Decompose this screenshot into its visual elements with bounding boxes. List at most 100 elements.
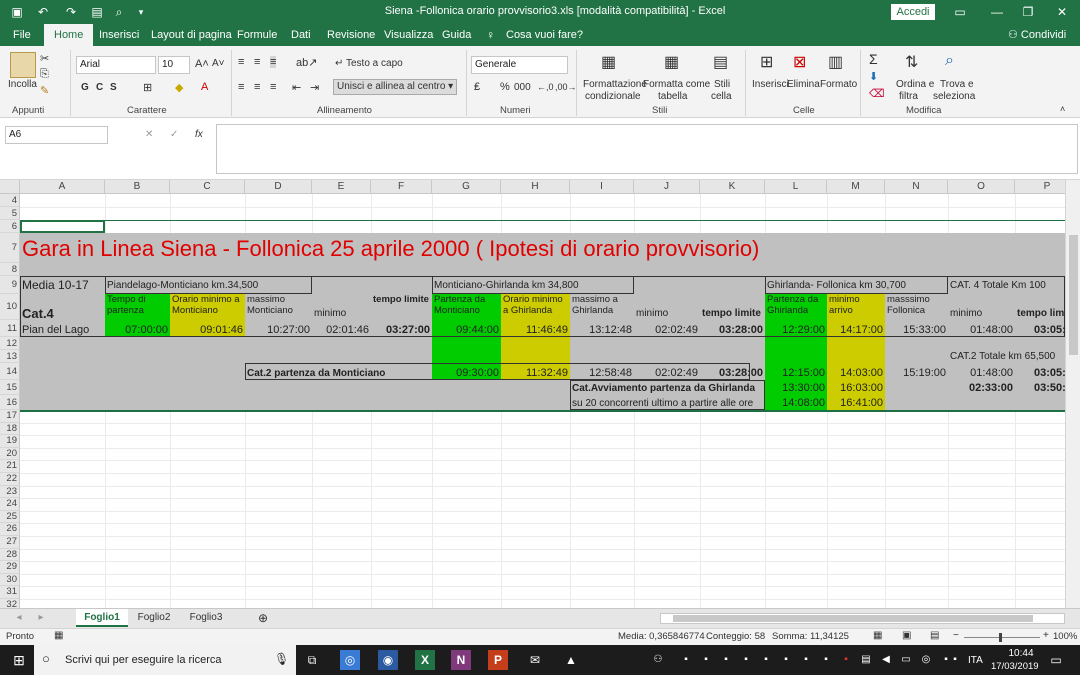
cell-b10[interactable]: Tempo di partenza [107,294,168,320]
formula-input[interactable] [216,124,1078,174]
sheet-tab-foglio1[interactable]: Foglio1 [76,609,128,627]
sign-in-button[interactable]: Accedi [891,4,935,20]
column-header-e[interactable]: E [312,180,371,194]
cell-a11[interactable]: Pian del Lago [22,320,103,337]
cell-h11[interactable]: 11:46:49 [503,320,568,337]
cell-c11[interactable]: 09:01:46 [172,320,243,337]
worksheet-grid[interactable]: ABCDEFGHIJKLMNOP 4 5 6 7 8 9 10 11 12 13 14 15 16 17 1… [0,180,1065,608]
cell-h14[interactable]: 11:32:49 [503,363,568,380]
volume-icon[interactable]: ◀ [876,650,896,670]
row-header-16[interactable]: 16 [0,395,20,410]
orientation-icon[interactable]: ab↗ [296,56,317,69]
row-header-25[interactable]: 25 [0,510,20,524]
format-as-table-button[interactable]: Formatta come [643,79,710,90]
shrink-font-icon[interactable]: A˅ [212,58,225,69]
cell-styles-label-2[interactable]: cella [711,91,732,102]
prev-sheet-icon[interactable]: ◂ [12,609,26,627]
fill-icon[interactable]: ⬇ [869,70,878,83]
cell-c10[interactable]: Orario minimo a Monticiano [172,294,243,320]
row-header-23[interactable]: 23 [0,485,20,499]
paste-button[interactable]: Incolla [8,79,37,90]
tray-icon-1[interactable]: ▪ [676,650,696,670]
undo-icon[interactable]: ↶ [34,3,52,21]
name-box[interactable]: A6 [5,126,108,144]
cell-o9[interactable]: CAT. 4 Totale Km 100 [950,276,1046,294]
row-header-22[interactable]: 22 [0,473,20,486]
cell-n11[interactable]: 15:33:00 [887,320,946,337]
row-header-9[interactable]: 9 [0,276,20,294]
cell-p14[interactable]: 03:05:00 [1017,363,1065,380]
page-layout-view-icon[interactable]: ▣ [902,630,911,641]
taskbar-excel-icon[interactable]: X [415,650,435,670]
tray-icon-5[interactable]: ▪ [756,650,776,670]
row-header-18[interactable]: 18 [0,422,20,436]
cell-l15[interactable]: 13:30:00 [767,380,825,395]
tab-review[interactable]: Revisione [327,24,375,46]
cell-p10[interactable]: tempo limite [1017,294,1065,320]
cell-k10[interactable]: tempo limite [702,294,763,320]
cell-k14[interactable]: 03:28:00 [702,363,763,380]
percent-icon[interactable]: % [500,81,510,93]
row-header-24[interactable]: 24 [0,498,20,511]
start-windows-icon[interactable]: ⊞ [9,650,29,670]
delete-cells-button[interactable]: Elimina [787,79,820,90]
tab-help[interactable]: Guida [442,24,471,46]
borders-icon[interactable]: ⊞ [143,81,152,94]
row-header-28[interactable]: 28 [0,548,20,562]
collapse-ribbon-icon[interactable]: ˄ [1060,104,1065,114]
cell-d10[interactable]: massimo Monticiano [247,294,310,320]
align-right-icon[interactable]: ≡ [270,81,276,93]
tab-data[interactable]: Dati [291,24,311,46]
cell-i16[interactable]: su 20 concorrenti ultimo a partire alle … [572,395,753,410]
cell-o15[interactable]: 02:33:00 [950,380,1013,395]
restore-icon[interactable]: ❐ [1016,3,1040,21]
column-header-d[interactable]: D [245,180,312,194]
cell-n10[interactable]: masssimo Follonica [887,294,946,320]
format-as-table-label-2[interactable]: tabella [658,91,687,102]
tray-icon-6[interactable]: ▪ [776,650,796,670]
find-select-icon[interactable]: ⌕ [945,52,954,70]
insert-function-icon[interactable]: fx [195,129,203,140]
minimize-icon[interactable]: — [985,3,1009,21]
row-header-6[interactable]: 6 [0,220,20,233]
cell-m16[interactable]: 16:41:00 [829,395,883,410]
cell-i10[interactable]: massimo a Ghirlanda [572,294,632,320]
sheet-tab-foglio2[interactable]: Foglio2 [130,609,178,627]
column-header-h[interactable]: H [501,180,570,194]
grow-font-icon[interactable]: A˄ [195,58,209,70]
merge-center-button[interactable]: Unisci e allinea al centro ▾ [333,79,458,95]
sort-filter-label-2[interactable]: filtra [899,91,918,102]
cell-l14[interactable]: 12:15:00 [767,363,825,380]
row-header-12[interactable]: 12 [0,337,20,350]
row-header-7[interactable]: 7 [0,233,20,263]
decrease-decimal-icon[interactable]: ,00→ [555,82,577,92]
taskbar-image-viewer-icon[interactable]: ▲ [561,650,581,670]
conditional-format-icon[interactable]: ▦ [601,52,616,72]
cut-icon[interactable]: ✂ [40,52,49,65]
column-header-m[interactable]: M [827,180,885,194]
cell-e10[interactable]: minimo [314,294,369,320]
horizontal-scrollbar[interactable] [660,613,1065,624]
taskbar-app-photos-icon[interactable]: ◉ [378,650,398,670]
autosum-icon[interactable]: Σ [869,51,878,67]
insert-cells-button[interactable]: Inserisci [752,79,789,90]
battery-icon[interactable]: ▭ [896,650,916,670]
network-icon[interactable]: ▤ [856,650,876,670]
row-header-21[interactable]: 21 [0,460,20,473]
clock-time[interactable]: 10:44 [999,648,1043,659]
macro-record-icon[interactable]: ▦ [54,630,63,641]
align-left-icon[interactable]: ≡ [238,81,244,93]
format-table-icon[interactable]: ▦ [664,52,679,72]
row-header-20[interactable]: 20 [0,447,20,461]
tray-icon-12[interactable]: ▪ [946,650,964,670]
cell-n14[interactable]: 15:19:00 [887,363,946,380]
row-header-29[interactable]: 29 [0,561,20,574]
cell-l11[interactable]: 12:29:00 [767,320,825,337]
tab-formulas[interactable]: Formule [237,24,277,46]
cell-a7[interactable]: Gara in Linea Siena - Follonica 25 april… [22,233,759,263]
cell-i14[interactable]: 12:58:48 [572,363,632,380]
row-header-8[interactable]: 8 [0,263,20,276]
cell-g14[interactable]: 09:30:00 [434,363,499,380]
redo-icon[interactable]: ↷ [62,3,80,21]
underline-button[interactable]: S [110,82,117,93]
